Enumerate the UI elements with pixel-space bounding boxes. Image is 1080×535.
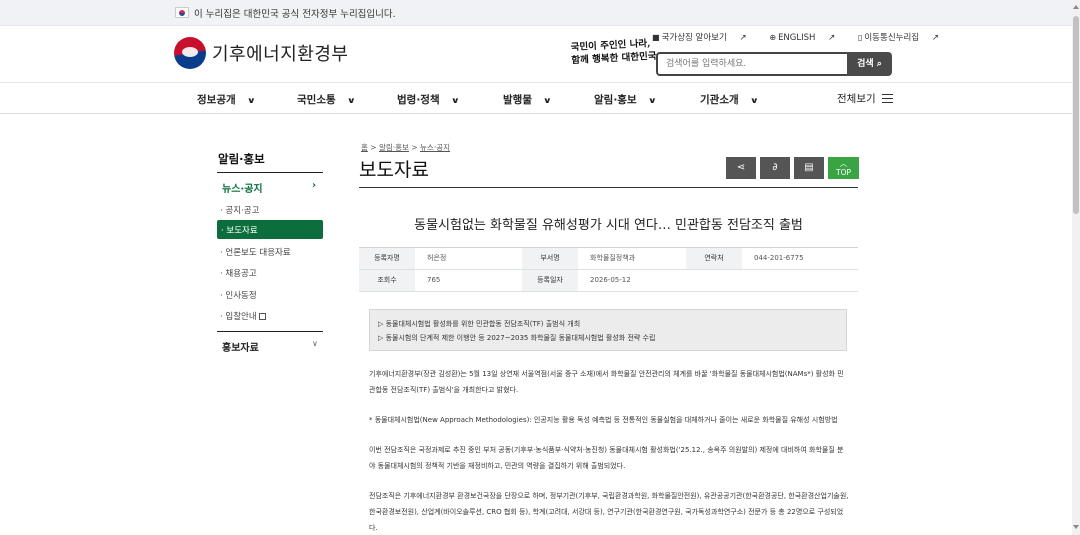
article-paragraph: 전담조직은 기후에너지환경부 환경보건국장을 단장으로 하며, 정부기관(기후부… bbox=[369, 492, 849, 532]
external-link-icon: ↗ bbox=[931, 33, 939, 43]
article-summary-box: ▷ 동물대체시험법 활성화를 위한 민관합동 전담조직(TF) 출범식 개최 ▷… bbox=[369, 309, 847, 351]
search-box bbox=[656, 52, 848, 76]
scroll-up-arrow-icon[interactable] bbox=[1073, 5, 1079, 9]
meta-value: 허은정 bbox=[427, 254, 447, 262]
lnb-divider bbox=[217, 331, 323, 332]
mobile-site-link[interactable]: ▯ 이동통신누리집 ↗ bbox=[858, 31, 949, 43]
external-link-icon bbox=[258, 313, 266, 320]
article-paragraph: 기후에너지환경부(장관 김성환)는 5월 13일 상연재 서울역점(서울 중구 … bbox=[369, 370, 844, 394]
lnb-divider bbox=[217, 172, 323, 173]
chevron-down-icon: ∨ bbox=[749, 96, 759, 105]
scroll-down-arrow-icon[interactable] bbox=[1073, 525, 1079, 529]
breadcrumb-news[interactable]: 뉴스·공지 bbox=[420, 143, 450, 152]
page-title: 보도자료 bbox=[359, 159, 429, 181]
chevron-right-icon: › bbox=[312, 180, 317, 191]
meta-value: 화학물질정책과 bbox=[590, 254, 636, 262]
article-footnote: * 동물대체시험법(New Approach Methodologies): 인… bbox=[369, 416, 838, 424]
chevron-down-icon: ∨ bbox=[246, 96, 256, 105]
table-row: 등록자명 허은정 부서명 화학물질정책과 연락처 044-201-6775 bbox=[359, 248, 858, 270]
meta-label: 조회수 bbox=[359, 270, 415, 291]
nav-item-info-disclosure[interactable]: 정보공개 ∨ bbox=[197, 92, 256, 107]
meta-value: 2026-05-12 bbox=[590, 276, 631, 284]
lnb-item-press-release[interactable]: · 보도자료 bbox=[217, 220, 323, 239]
utility-links: ■ 국가상징 알아보기 ↗ ⊕ ENGLISH ↗ ▯ 이동통신누리집 ↗ bbox=[652, 31, 959, 45]
article-meta-table: 등록자명 허은정 부서명 화학물질정책과 연락처 044-201-6775 조회… bbox=[359, 247, 858, 292]
external-link-icon: ↗ bbox=[828, 33, 836, 43]
search-icon: ⌕ bbox=[876, 59, 882, 69]
ministry-logo-text[interactable]: 기후에너지환경부 bbox=[212, 40, 348, 66]
breadcrumb-home[interactable]: 홈 bbox=[361, 143, 368, 152]
article-title: 동물시험없는 화학물질 유해성평가 시대 연다… 민관합동 전담조직 출범 bbox=[414, 218, 803, 233]
summary-item: ▷ 동물시험의 단계적 제한 이행안 등 2027~2035 화학물질 동물대체… bbox=[378, 334, 656, 342]
meta-value: 765 bbox=[427, 276, 441, 284]
page-scrollbar[interactable] bbox=[1072, 0, 1080, 535]
chevron-down-icon: ∨ bbox=[647, 96, 657, 105]
nav-item-about[interactable]: 기관소개 ∨ bbox=[700, 92, 759, 107]
korean-flag-icon bbox=[175, 7, 189, 18]
share-icon: ⋖ bbox=[736, 162, 746, 173]
lnb-item-personnel[interactable]: · 인사동정 bbox=[220, 289, 257, 301]
nav-item-publications[interactable]: 발행물 ∨ bbox=[503, 92, 552, 107]
summary-item: ▷ 동물대체시험법 활성화를 위한 민관합동 전담조직(TF) 출범식 개최 bbox=[378, 320, 581, 328]
nav-item-communication[interactable]: 국민소통 ∨ bbox=[297, 92, 356, 107]
search-button[interactable]: 검색 ⌕ bbox=[847, 52, 892, 76]
lnb-title: 알림·홍보 bbox=[218, 152, 265, 166]
breadcrumb: 홈 > 알림·홍보 > 뉴스·공지 bbox=[361, 143, 450, 152]
scroll-to-top-button[interactable]: ︿ TOP bbox=[828, 157, 859, 179]
lnb-section-news[interactable]: 뉴스·공지 bbox=[222, 180, 263, 195]
nav-item-law-policy[interactable]: 법령·정책 ∨ bbox=[397, 92, 460, 107]
table-row: 조회수 765 등록일자 2026-05-12 bbox=[359, 270, 858, 292]
english-link[interactable]: ⊕ ENGLISH ↗ bbox=[769, 33, 845, 43]
site-header: 기후에너지환경부 국민이 주인인 나라, 함께 행복한 대한민국 ■ 국가상징 알… bbox=[0, 26, 1072, 82]
chevron-down-icon: ∨ bbox=[450, 96, 460, 105]
official-site-banner: 이 누리집은 대한민국 공식 전자정부 누리집입니다. bbox=[0, 0, 1072, 26]
government-slogan: 국민이 주인인 나라, 함께 행복한 대한민국 bbox=[570, 38, 657, 67]
main-navigation: 정보공개 ∨ 국민소통 ∨ 법령·정책 ∨ 발행물 ∨ 알림·홍보 ∨ 기관소개 ∨ 전체보… bbox=[0, 82, 1072, 114]
lnb-item-notices[interactable]: · 공지·공고 bbox=[220, 204, 259, 216]
link-icon: ∂ bbox=[772, 162, 778, 173]
meta-label: 부서명 bbox=[522, 248, 578, 269]
menu-icon bbox=[881, 94, 893, 103]
print-button[interactable]: ▤ bbox=[794, 157, 824, 179]
lnb-section-promotion[interactable]: 홍보자료 bbox=[222, 339, 259, 354]
globe-icon: ⊕ bbox=[769, 33, 777, 42]
chevron-down-icon: ∨ bbox=[346, 96, 356, 105]
nav-item-news-pr[interactable]: 알림·홍보 ∨ bbox=[594, 92, 657, 107]
lnb-item-bidding[interactable]: · 입찰안내 bbox=[220, 310, 266, 322]
official-site-notice: 이 누리집은 대한민국 공식 전자정부 누리집입니다. bbox=[194, 9, 396, 20]
chevron-up-icon: ︿ bbox=[839, 159, 848, 168]
national-symbol-link[interactable]: ■ 국가상징 알아보기 ↗ bbox=[652, 31, 757, 43]
chevron-down-icon[interactable]: ∨ bbox=[312, 339, 318, 348]
copy-link-button[interactable]: ∂ bbox=[760, 157, 790, 179]
lnb-item-press-response[interactable]: · 언론보도 대응자료 bbox=[220, 246, 291, 258]
breadcrumb-news-pr[interactable]: 알림·홍보 bbox=[379, 143, 409, 152]
meta-label: 등록일자 bbox=[522, 270, 578, 291]
title-divider bbox=[359, 187, 858, 188]
article-paragraph: 이번 전담조직은 국정과제로 추진 중인 부처 공동(기후부·농식품부·식약처·… bbox=[369, 446, 844, 470]
external-link-icon: ↗ bbox=[739, 33, 747, 43]
meta-value: 044-201-6775 bbox=[754, 254, 804, 262]
all-menu-button[interactable]: 전체보기 bbox=[837, 91, 893, 106]
ministry-logo-icon[interactable] bbox=[174, 37, 206, 69]
mobile-icon: ▯ bbox=[857, 33, 863, 42]
meta-label: 등록자명 bbox=[359, 248, 415, 269]
lnb-item-recruitment[interactable]: · 채용공고 bbox=[220, 267, 257, 279]
search-input[interactable] bbox=[658, 54, 848, 74]
meta-label: 연락처 bbox=[686, 248, 742, 269]
print-icon: ▤ bbox=[804, 162, 814, 173]
chevron-down-icon: ∨ bbox=[542, 96, 552, 105]
flag-icon: ■ bbox=[652, 33, 660, 42]
share-button[interactable]: ⋖ bbox=[726, 157, 756, 179]
scrollbar-thumb[interactable] bbox=[1073, 16, 1079, 214]
